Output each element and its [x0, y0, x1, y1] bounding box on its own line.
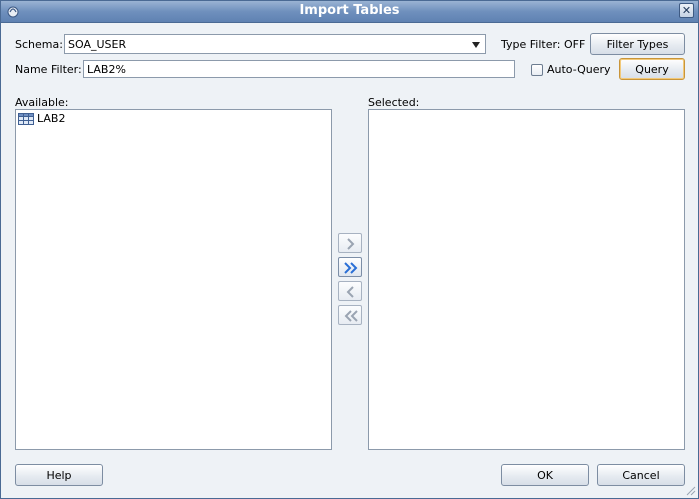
- ok-button[interactable]: OK: [501, 464, 589, 486]
- cancel-button[interactable]: Cancel: [597, 464, 685, 486]
- available-list[interactable]: LAB2: [15, 109, 332, 450]
- resize-grip-icon[interactable]: [686, 486, 696, 496]
- filter-types-button[interactable]: Filter Types: [590, 33, 685, 55]
- schema-combo[interactable]: SOA_USER: [64, 34, 486, 54]
- dialog-title: Import Tables: [299, 3, 400, 18]
- name-filter-input[interactable]: LAB2%: [83, 60, 515, 78]
- close-icon: ✕: [681, 4, 692, 17]
- name-filter-label: Name Filter:: [15, 63, 82, 76]
- move-left-icon: [346, 286, 354, 298]
- move-all-left-icon: [344, 310, 358, 322]
- query-button[interactable]: Query: [619, 58, 685, 80]
- help-button[interactable]: Help: [15, 464, 103, 486]
- selected-list[interactable]: [368, 109, 685, 450]
- name-filter-value: LAB2%: [87, 63, 126, 76]
- move-all-left-button[interactable]: [338, 305, 362, 325]
- move-left-button[interactable]: [338, 281, 362, 301]
- chevron-down-icon: [472, 42, 480, 48]
- table-icon: [18, 113, 34, 125]
- type-filter-status: Type Filter: OFF: [501, 38, 586, 51]
- selected-label: Selected:: [368, 96, 420, 109]
- move-all-right-button[interactable]: [338, 257, 362, 277]
- list-item-label: LAB2: [37, 112, 66, 125]
- move-right-icon: [347, 238, 355, 250]
- close-button[interactable]: ✕: [679, 3, 694, 18]
- import-tables-dialog: Import Tables ✕ Schema: SOA_USER Type Fi…: [0, 0, 699, 499]
- title-bar[interactable]: Import Tables ✕: [1, 1, 698, 23]
- auto-query-label[interactable]: Auto-Query: [547, 63, 611, 76]
- schema-label: Schema:: [15, 38, 63, 51]
- move-right-button[interactable]: [338, 233, 362, 253]
- available-label: Available:: [15, 96, 69, 109]
- auto-query-checkbox[interactable]: [531, 64, 543, 76]
- schema-value: SOA_USER: [68, 38, 127, 51]
- move-all-right-icon: [344, 262, 358, 274]
